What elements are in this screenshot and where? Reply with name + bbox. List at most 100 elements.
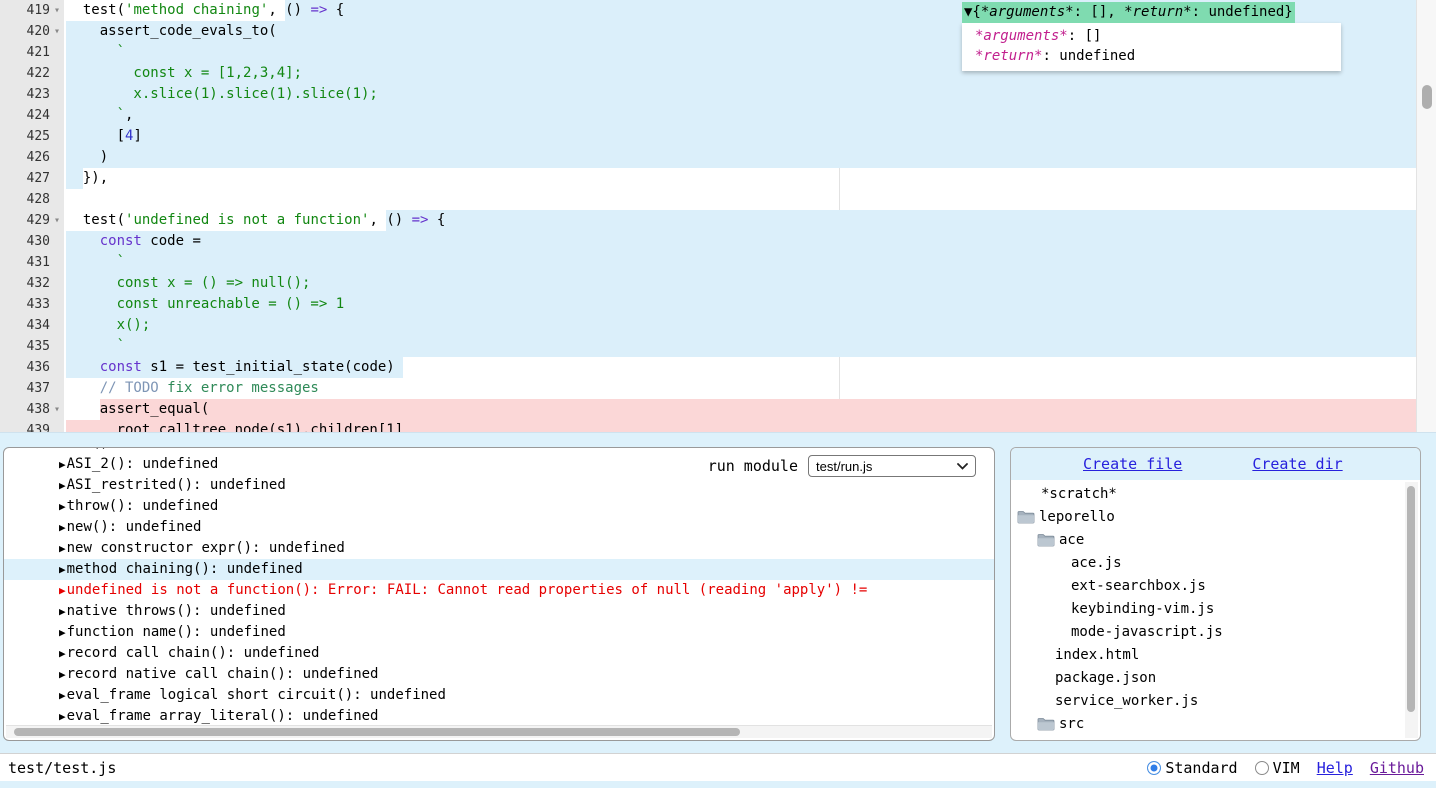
file-tree: *scratch*leporelloaceace.jsext-searchbox… — [1011, 480, 1420, 741]
result-row[interactable]: ▶new(): undefined — [4, 517, 994, 538]
keybinding-vim-option[interactable]: VIM — [1255, 759, 1300, 777]
expand-triangle-icon[interactable]: ▶ — [59, 479, 66, 492]
code-token: // TODO — [66, 380, 159, 396]
tree-row[interactable]: index.html — [1011, 643, 1420, 666]
folder-icon — [1017, 510, 1035, 524]
code-token — [66, 359, 100, 375]
editor-vertical-scrollbar[interactable] — [1416, 0, 1436, 433]
fold-spacer — [50, 294, 64, 315]
tree-row[interactable]: ace.js — [1011, 551, 1420, 574]
expand-triangle-icon[interactable]: ▶ — [59, 605, 66, 618]
fold-spacer — [50, 84, 64, 105]
editor-scrollbar-thumb[interactable] — [1422, 85, 1432, 109]
expand-triangle-icon[interactable]: ▶ — [59, 500, 66, 513]
expand-triangle-icon[interactable]: ▶ — [59, 584, 66, 597]
result-row[interactable]: ▶undefined is not a function(): Error: F… — [4, 580, 994, 601]
code-line[interactable]: 423 x.slice(1).slice(1).slice(1); — [0, 84, 1436, 105]
result-row[interactable]: ▶native throws(): undefined — [4, 601, 994, 622]
code-line-content: `, — [64, 105, 1436, 126]
tree-row[interactable]: service_worker.js — [1011, 689, 1420, 712]
code-line[interactable]: 424 `, — [0, 105, 1436, 126]
code-line[interactable]: 428 — [0, 189, 1436, 210]
fold-arrow[interactable]: ▾ — [50, 0, 64, 21]
tooltip-row[interactable]: *arguments*: [] — [975, 26, 1341, 46]
results-scrollbar-thumb[interactable] — [14, 728, 740, 736]
expand-triangle-icon[interactable]: ▶ — [59, 448, 66, 450]
code-line[interactable]: 427 }), — [0, 168, 1436, 189]
tree-row[interactable]: ast_utils.js — [1011, 735, 1420, 741]
radio-vim-icon[interactable] — [1255, 761, 1269, 775]
code-editor[interactable]: 419▾ test('method chaining', () => {420▾… — [0, 0, 1436, 433]
code-line[interactable]: 436 const s1 = test_initial_state(code) — [0, 357, 1436, 378]
files-vertical-scrollbar[interactable] — [1405, 482, 1418, 738]
tree-row[interactable]: ace — [1011, 528, 1420, 551]
code-line[interactable]: 431 ` — [0, 252, 1436, 273]
result-row[interactable]: ▶record native call chain(): undefined — [4, 664, 994, 685]
result-row[interactable]: ▶new constructor expr(): undefined — [4, 538, 994, 559]
code-line[interactable]: 432 const x = () => null(); — [0, 273, 1436, 294]
result-row[interactable]: ▶ASI_restrited(): undefined — [4, 475, 994, 496]
code-text: const code = — [66, 233, 201, 249]
expand-triangle-icon[interactable]: ▶ — [59, 710, 66, 723]
result-row[interactable]: ▶eval_frame logical short circuit(): und… — [4, 685, 994, 706]
code-line[interactable]: 425 [4] — [0, 126, 1436, 147]
expand-triangle-icon[interactable]: ▶ — [59, 689, 66, 702]
code-line[interactable]: 435 ` — [0, 336, 1436, 357]
line-number: 422 — [0, 63, 64, 84]
code-line-content: assert_equal( — [64, 399, 1436, 420]
keybinding-standard-option[interactable]: Standard — [1147, 759, 1237, 777]
fold-spacer — [50, 189, 64, 210]
code-line[interactable]: 429▾ test('undefined is not a function',… — [0, 210, 1436, 231]
fold-arrow[interactable]: ▾ — [50, 21, 64, 42]
result-row[interactable]: ▶throw(): undefined — [4, 496, 994, 517]
tooltip-row[interactable]: *return*: undefined — [975, 46, 1341, 66]
expand-triangle-icon[interactable]: ▶ — [59, 647, 66, 660]
code-line[interactable]: 430 const code = — [0, 231, 1436, 252]
result-label: eval_frame logical short circuit(): unde… — [67, 687, 446, 703]
tree-row[interactable]: ext-searchbox.js — [1011, 574, 1420, 597]
fold-arrow[interactable]: ▾ — [50, 210, 64, 231]
tree-row[interactable]: src — [1011, 712, 1420, 735]
github-link[interactable]: Github — [1370, 759, 1424, 777]
tree-row[interactable]: mode-javascript.js — [1011, 620, 1420, 643]
tooltip-key: *arguments* — [981, 4, 1074, 20]
expand-triangle-icon[interactable]: ▶ — [59, 626, 66, 639]
code-line[interactable]: 434 x(); — [0, 315, 1436, 336]
expand-triangle-icon[interactable]: ▶ — [59, 542, 66, 555]
fold-arrow[interactable]: ▾ — [50, 399, 64, 420]
code-text: }), — [66, 170, 108, 186]
tree-row[interactable]: keybinding-vim.js — [1011, 597, 1420, 620]
code-text: ) — [66, 149, 108, 165]
result-label: ASI_2(): undefined — [67, 456, 219, 472]
results-horizontal-scrollbar[interactable] — [6, 725, 992, 738]
expand-triangle-icon[interactable]: ▶ — [59, 563, 66, 576]
result-row[interactable]: ▶method chaining(): undefined — [4, 559, 994, 580]
code-line[interactable]: 426 ) — [0, 147, 1436, 168]
tree-row[interactable]: *scratch* — [1011, 482, 1420, 505]
tree-row[interactable]: leporello — [1011, 505, 1420, 528]
code-line-content: const unreachable = () => 1 — [64, 294, 1436, 315]
help-link[interactable]: Help — [1317, 759, 1353, 777]
code-line[interactable]: 439 root_calltree_node(s1).children[1] — [0, 420, 1436, 433]
code-line[interactable]: 437 // TODO fix error messages — [0, 378, 1436, 399]
expand-triangle-icon[interactable]: ▶ — [59, 521, 66, 534]
code-line-content: ` — [64, 252, 1436, 273]
run-module-select[interactable]: test/run.js — [808, 455, 976, 477]
expand-triangle-icon[interactable]: ▶ — [59, 668, 66, 681]
line-number-text: 419 — [27, 0, 50, 21]
radio-standard-icon[interactable] — [1147, 761, 1161, 775]
result-row[interactable]: ▶record call chain(): undefined — [4, 643, 994, 664]
result-row[interactable]: ▶eval_frame array_literal(): undefined — [4, 706, 994, 724]
code-line-content: ` — [64, 336, 1436, 357]
create-file-link[interactable]: Create file — [1083, 455, 1182, 473]
code-line[interactable]: 433 const unreachable = () => 1 — [0, 294, 1436, 315]
tree-row[interactable]: package.json — [1011, 666, 1420, 689]
expand-triangle-icon[interactable]: ▶ — [59, 458, 66, 471]
create-dir-link[interactable]: Create dir — [1252, 455, 1342, 473]
line-number-text: 438 — [27, 399, 50, 420]
result-row[interactable]: ▶function name(): undefined — [4, 622, 994, 643]
code-line[interactable]: 438▾ assert_equal( — [0, 399, 1436, 420]
tooltip-header[interactable]: ▼{*arguments*: [], *return*: undefined} — [962, 2, 1295, 23]
tooltip-text: : undefined} — [1192, 4, 1293, 20]
files-scrollbar-thumb[interactable] — [1407, 486, 1415, 712]
